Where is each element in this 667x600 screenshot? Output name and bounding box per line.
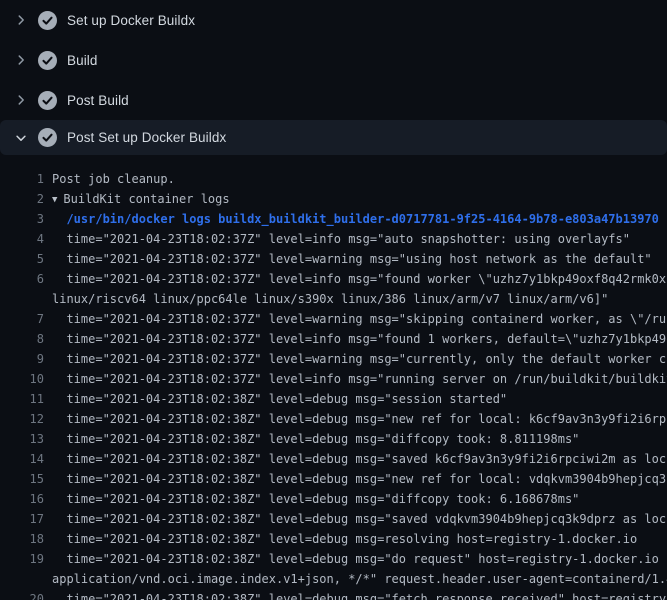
log-text: time="2021-04-23T18:02:37Z" level=info m… bbox=[52, 269, 667, 289]
log-line-number[interactable]: 9 bbox=[0, 349, 44, 369]
check-circle-icon bbox=[38, 51, 57, 70]
step-label: Post Set up Docker Buildx bbox=[67, 130, 226, 145]
step-label: Build bbox=[67, 53, 98, 68]
log-line: 19 time="2021-04-23T18:02:38Z" level=deb… bbox=[0, 549, 667, 569]
step-row-3[interactable]: Post Set up Docker Buildx bbox=[0, 120, 667, 155]
log-text: Post job cleanup. bbox=[52, 169, 667, 189]
log-line-number[interactable]: 1 bbox=[0, 169, 44, 189]
log-line-continuation: application/vnd.oci.image.index.v1+json,… bbox=[0, 569, 667, 589]
log-line-number[interactable]: 5 bbox=[0, 249, 44, 269]
check-circle-icon bbox=[38, 11, 57, 30]
log-line-number[interactable]: 11 bbox=[0, 389, 44, 409]
log-line: 9 time="2021-04-23T18:02:37Z" level=warn… bbox=[0, 349, 667, 369]
log-line: 20 time="2021-04-23T18:02:38Z" level=deb… bbox=[0, 589, 667, 600]
log-text: time="2021-04-23T18:02:38Z" level=debug … bbox=[52, 429, 667, 449]
log-text: time="2021-04-23T18:02:37Z" level=info m… bbox=[52, 329, 667, 349]
log-text: time="2021-04-23T18:02:37Z" level=info m… bbox=[52, 229, 667, 249]
step-row-1[interactable]: Build bbox=[0, 40, 667, 80]
steps-list: Set up Docker Buildx Build Post Build Post … bbox=[0, 0, 667, 155]
log-line-number[interactable]: 3 bbox=[0, 209, 44, 229]
step-label: Post Build bbox=[67, 93, 129, 108]
log-line: 3 /usr/bin/docker logs buildx_buildkit_b… bbox=[0, 209, 667, 229]
step-row-2[interactable]: Post Build bbox=[0, 80, 667, 120]
log-text: time="2021-04-23T18:02:37Z" level=warnin… bbox=[52, 349, 667, 369]
log-text: application/vnd.oci.image.index.v1+json,… bbox=[52, 569, 667, 589]
log-line-number[interactable]: 17 bbox=[0, 509, 44, 529]
log-line-continuation: linux/riscv64 linux/ppc64le linux/s390x … bbox=[0, 289, 667, 309]
log-line-number[interactable]: 7 bbox=[0, 309, 44, 329]
log-text: linux/riscv64 linux/ppc64le linux/s390x … bbox=[52, 289, 667, 309]
log-line-number[interactable]: 15 bbox=[0, 469, 44, 489]
log-line-number bbox=[0, 289, 44, 309]
log-text: time="2021-04-23T18:02:38Z" level=debug … bbox=[52, 549, 667, 569]
chevron-right-icon bbox=[12, 11, 30, 29]
log-text: time="2021-04-23T18:02:38Z" level=debug … bbox=[52, 389, 667, 409]
log-text: time="2021-04-23T18:02:38Z" level=debug … bbox=[52, 509, 667, 529]
log-line: 14 time="2021-04-23T18:02:38Z" level=deb… bbox=[0, 449, 667, 469]
log-line: 1 Post job cleanup. bbox=[0, 169, 667, 189]
log-text: time="2021-04-23T18:02:37Z" level=warnin… bbox=[52, 309, 667, 329]
log-line-number[interactable]: 10 bbox=[0, 369, 44, 389]
log-line: 5 time="2021-04-23T18:02:37Z" level=warn… bbox=[0, 249, 667, 269]
log-line: 17 time="2021-04-23T18:02:38Z" level=deb… bbox=[0, 509, 667, 529]
log-line-number[interactable]: 20 bbox=[0, 589, 44, 600]
log-line: 6 time="2021-04-23T18:02:37Z" level=info… bbox=[0, 269, 667, 289]
log-line-number[interactable]: 2 bbox=[0, 189, 44, 209]
log-line: 8 time="2021-04-23T18:02:37Z" level=info… bbox=[0, 329, 667, 349]
log-line-number bbox=[0, 569, 44, 589]
log-line-number[interactable]: 16 bbox=[0, 489, 44, 509]
log-line-number[interactable]: 13 bbox=[0, 429, 44, 449]
log-text: time="2021-04-23T18:02:37Z" level=warnin… bbox=[52, 249, 667, 269]
actions-log-panel: Set up Docker Buildx Build Post Build Post … bbox=[0, 0, 667, 600]
log-text: time="2021-04-23T18:02:38Z" level=debug … bbox=[52, 529, 667, 549]
log-line: 18 time="2021-04-23T18:02:38Z" level=deb… bbox=[0, 529, 667, 549]
log-text: time="2021-04-23T18:02:37Z" level=info m… bbox=[52, 369, 667, 389]
step-label: Set up Docker Buildx bbox=[67, 13, 195, 28]
step-row-0[interactable]: Set up Docker Buildx bbox=[0, 0, 667, 40]
chevron-down-icon bbox=[12, 129, 30, 147]
log-line: 12 time="2021-04-23T18:02:38Z" level=deb… bbox=[0, 409, 667, 429]
log-area: 1 Post job cleanup. 2 ▼BuildKit container l… bbox=[0, 155, 667, 600]
log-text: time="2021-04-23T18:02:38Z" level=debug … bbox=[52, 409, 667, 429]
log-line-number[interactable]: 18 bbox=[0, 529, 44, 549]
log-text: time="2021-04-23T18:02:38Z" level=debug … bbox=[52, 449, 667, 469]
log-line-number[interactable]: 19 bbox=[0, 549, 44, 569]
log-text: ▼BuildKit container logs bbox=[52, 189, 667, 209]
log-line: 15 time="2021-04-23T18:02:38Z" level=deb… bbox=[0, 469, 667, 489]
log-line: 10 time="2021-04-23T18:02:37Z" level=inf… bbox=[0, 369, 667, 389]
log-line-number[interactable]: 14 bbox=[0, 449, 44, 469]
log-line-number[interactable]: 4 bbox=[0, 229, 44, 249]
check-circle-icon bbox=[38, 91, 57, 110]
chevron-right-icon bbox=[12, 91, 30, 109]
check-circle-icon bbox=[38, 128, 57, 147]
log-line: 7 time="2021-04-23T18:02:37Z" level=warn… bbox=[0, 309, 667, 329]
log-text: time="2021-04-23T18:02:38Z" level=debug … bbox=[52, 589, 667, 600]
log-text: time="2021-04-23T18:02:38Z" level=debug … bbox=[52, 489, 667, 509]
log-line-number[interactable]: 6 bbox=[0, 269, 44, 289]
chevron-right-icon bbox=[12, 51, 30, 69]
log-line-number[interactable]: 12 bbox=[0, 409, 44, 429]
log-line: 11 time="2021-04-23T18:02:38Z" level=deb… bbox=[0, 389, 667, 409]
log-line: 13 time="2021-04-23T18:02:38Z" level=deb… bbox=[0, 429, 667, 449]
log-line: 16 time="2021-04-23T18:02:38Z" level=deb… bbox=[0, 489, 667, 509]
log-line-number[interactable]: 8 bbox=[0, 329, 44, 349]
log-text: time="2021-04-23T18:02:38Z" level=debug … bbox=[52, 469, 667, 489]
group-toggle-icon[interactable]: ▼ bbox=[52, 190, 57, 209]
log-line: 4 time="2021-04-23T18:02:37Z" level=info… bbox=[0, 229, 667, 249]
log-line: 2 ▼BuildKit container logs bbox=[0, 189, 667, 209]
log-command-text: /usr/bin/docker logs buildx_buildkit_bui… bbox=[52, 209, 667, 229]
